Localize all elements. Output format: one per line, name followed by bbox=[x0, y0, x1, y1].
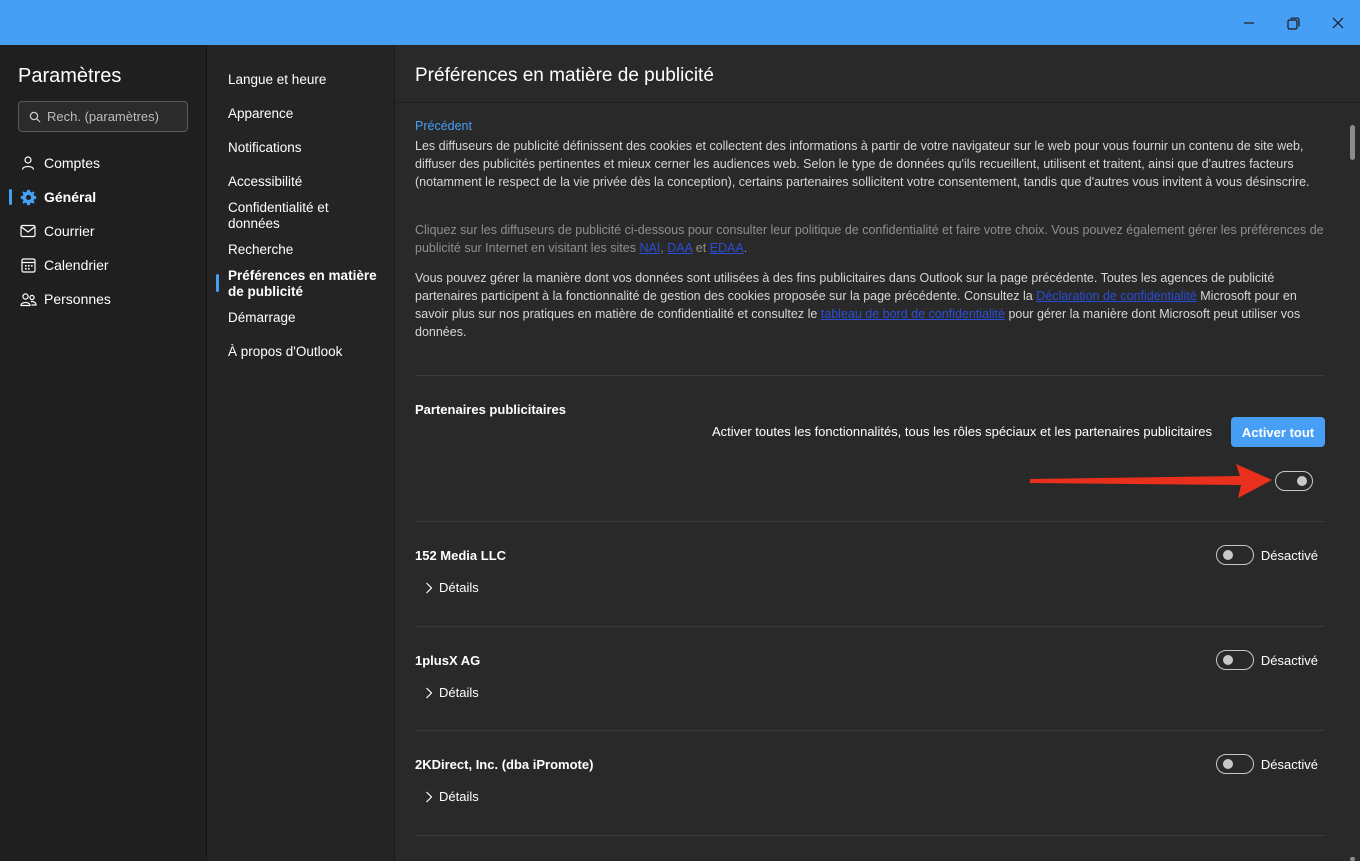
privacy-statement-link[interactable]: Déclaration de confidentialité bbox=[1036, 289, 1197, 303]
annotation-arrow-icon bbox=[1030, 464, 1272, 498]
subnav-item-demarrage[interactable]: Démarrage bbox=[228, 310, 383, 326]
subnav-item-recherche[interactable]: Recherche bbox=[228, 242, 383, 258]
partner-details-expander[interactable]: Détails bbox=[425, 580, 479, 595]
divider bbox=[415, 626, 1325, 627]
partners-section-title: Partenaires publicitaires bbox=[415, 402, 567, 417]
toggle-knob bbox=[1223, 550, 1233, 560]
active-indicator bbox=[216, 274, 219, 292]
choice-paragraph: Cliquez sur les diffuseurs de publicité … bbox=[415, 221, 1325, 257]
partner-name: 152 Media LLC bbox=[415, 548, 507, 563]
sidebar-item-label: Calendrier bbox=[44, 257, 109, 273]
partner-name: 2KDirect, Inc. (dba iPromote) bbox=[415, 757, 594, 772]
nai-link[interactable]: NAI bbox=[639, 241, 660, 255]
page-title: Préférences en matière de publicité bbox=[415, 65, 714, 86]
divider bbox=[415, 835, 1325, 836]
scrollbar-thumb[interactable] bbox=[1350, 125, 1355, 160]
partner-state: Désactivé bbox=[1260, 757, 1318, 772]
divider bbox=[415, 375, 1325, 376]
partner-toggle[interactable] bbox=[1216, 650, 1254, 670]
settings-nav: Comptes Général Courrier Calendrier Pers… bbox=[0, 146, 206, 316]
subnav-item-accessibilite[interactable]: Accessibilité bbox=[228, 174, 383, 190]
close-button[interactable] bbox=[1325, 10, 1351, 36]
toggle-knob bbox=[1223, 759, 1233, 769]
scrollbar-thumb[interactable] bbox=[1350, 857, 1355, 861]
sidebar-item-calendrier[interactable]: Calendrier bbox=[0, 248, 206, 282]
minimize-icon bbox=[1244, 22, 1254, 24]
divider bbox=[415, 521, 1325, 522]
minimize-button[interactable] bbox=[1236, 10, 1262, 36]
search-icon bbox=[29, 111, 41, 122]
sidebar-item-personnes[interactable]: Personnes bbox=[0, 282, 206, 316]
people-icon bbox=[19, 290, 37, 308]
sidebar-item-label: Comptes bbox=[44, 155, 101, 171]
partner-details-expander[interactable]: Détails bbox=[425, 685, 479, 700]
sidebar-item-general[interactable]: Général bbox=[0, 180, 206, 214]
sidebar-item-courrier[interactable]: Courrier bbox=[0, 214, 206, 248]
partner-toggle[interactable] bbox=[1216, 545, 1254, 565]
choice-text: Cliquez sur les diffuseurs de publicité … bbox=[415, 223, 1324, 255]
chevron-right-icon bbox=[426, 687, 433, 698]
calendar-icon bbox=[19, 256, 37, 274]
partner-details-expander[interactable]: Détails bbox=[425, 789, 479, 804]
daa-link[interactable]: DAA bbox=[667, 241, 692, 255]
person-icon bbox=[19, 154, 37, 172]
subnav-item-apparence[interactable]: Apparence bbox=[228, 106, 383, 122]
divider bbox=[415, 730, 1325, 731]
details-label: Détails bbox=[439, 789, 479, 804]
subnav-item-notifications[interactable]: Notifications bbox=[228, 140, 383, 156]
and-separator: et bbox=[695, 241, 707, 255]
chevron-right-icon bbox=[426, 582, 433, 593]
sidebar-item-label: Courrier bbox=[44, 223, 95, 239]
gear-icon bbox=[19, 188, 37, 206]
settings-search-box[interactable] bbox=[18, 101, 188, 132]
intro-paragraph: Les diffuseurs de publicité définissent … bbox=[415, 139, 1310, 189]
partner-state: Désactivé bbox=[1260, 653, 1318, 668]
settings-sidebar: Paramètres Comptes Général Courrier Cale… bbox=[0, 45, 207, 861]
settings-title: Paramètres bbox=[18, 65, 122, 87]
sidebar-item-label: Personnes bbox=[44, 291, 111, 307]
mail-icon bbox=[19, 222, 37, 240]
partner-name: 1plusX AG bbox=[415, 653, 481, 668]
sidebar-item-label: Général bbox=[44, 189, 97, 205]
privacy-dashboard-link[interactable]: tableau de bord de confidentialité bbox=[821, 307, 1005, 321]
back-link[interactable]: Précédent bbox=[415, 119, 472, 133]
chevron-right-icon bbox=[426, 791, 433, 802]
subnav-item-confidentialite[interactable]: Confidentialité et données bbox=[228, 200, 383, 232]
partner-state: Désactivé bbox=[1260, 548, 1318, 563]
subnav-item-langue-heure[interactable]: Langue et heure bbox=[228, 72, 383, 88]
partner-toggle[interactable] bbox=[1216, 754, 1254, 774]
edaa-link[interactable]: EDAA bbox=[710, 241, 744, 255]
general-subnav: Langue et heure Apparence Notifications … bbox=[207, 45, 395, 861]
enable-all-toggle[interactable] bbox=[1275, 471, 1313, 491]
window-title-bar bbox=[0, 0, 1360, 45]
toggle-knob bbox=[1297, 476, 1307, 486]
close-icon bbox=[1332, 17, 1344, 29]
enable-all-description: Activer toutes les fonctionnalités, tous… bbox=[711, 424, 1212, 439]
details-label: Détails bbox=[439, 685, 479, 700]
settings-search-input[interactable] bbox=[47, 109, 177, 124]
restore-button[interactable] bbox=[1280, 10, 1306, 36]
subnav-item-a-propos[interactable]: À propos d'Outlook bbox=[228, 344, 383, 360]
period: . bbox=[743, 241, 748, 255]
restore-icon bbox=[1286, 17, 1300, 30]
details-label: Détails bbox=[439, 580, 479, 595]
subnav-item-preferences-publicite[interactable]: Préférences en matière de publicité bbox=[228, 268, 383, 300]
enable-all-button[interactable]: Activer tout bbox=[1231, 417, 1325, 447]
sidebar-item-comptes[interactable]: Comptes bbox=[0, 146, 206, 180]
toggle-knob bbox=[1223, 655, 1233, 665]
manage-paragraph: Vous pouvez gérer la manière dont vos do… bbox=[415, 269, 1325, 341]
comma-separator: , bbox=[660, 241, 664, 255]
ad-preferences-panel: Préférences en matière de publicité Préc… bbox=[395, 45, 1360, 861]
panel-header: Préférences en matière de publicité bbox=[395, 45, 1360, 103]
